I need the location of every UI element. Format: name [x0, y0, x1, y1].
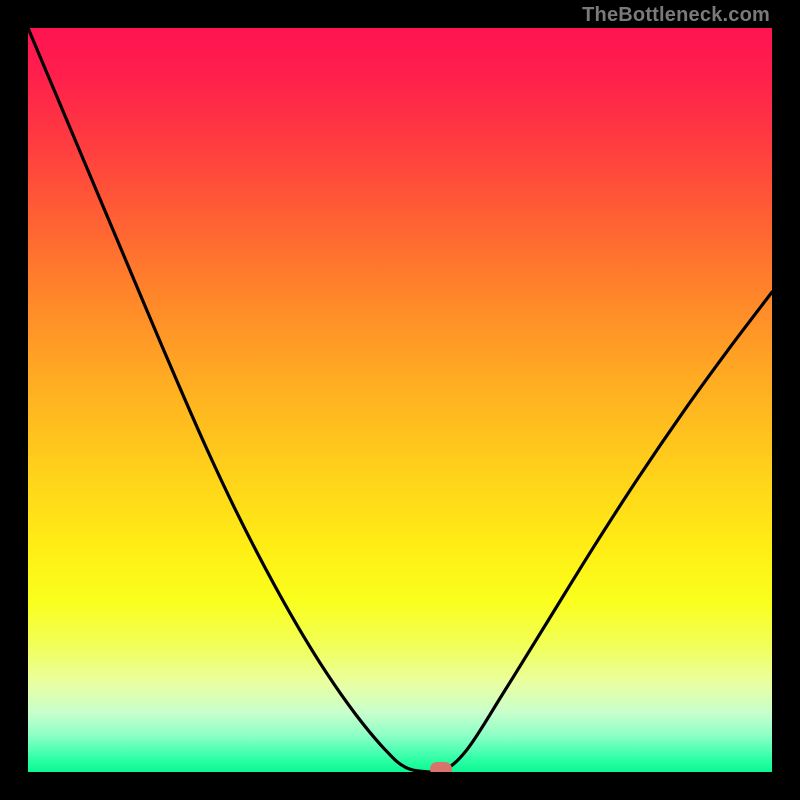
bottleneck-curve — [28, 28, 772, 772]
plot-area — [28, 28, 772, 772]
watermark-text: TheBottleneck.com — [582, 4, 770, 27]
minimum-marker — [430, 762, 452, 772]
chart-frame: TheBottleneck.com — [0, 0, 800, 800]
